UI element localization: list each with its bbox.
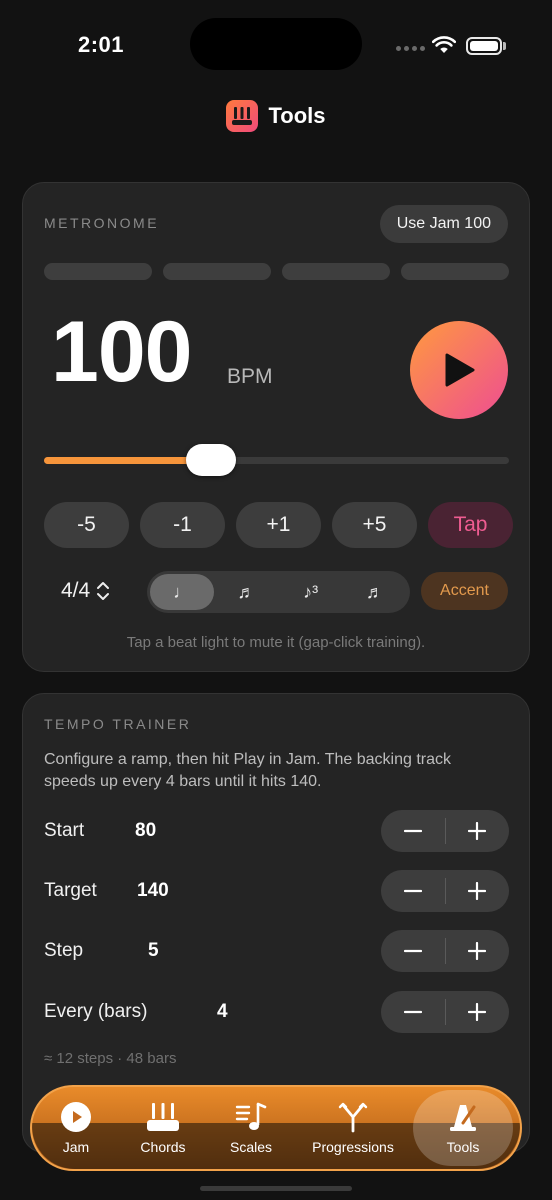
tempo-trainer-description: Configure a ramp, then hit Play in Jam. … — [44, 751, 452, 790]
metronome-icon — [450, 1105, 476, 1131]
param-row-step: Step 5 — [44, 930, 509, 972]
play-circle-icon — [61, 1102, 91, 1132]
tab-scales[interactable]: Scales — [209, 1090, 293, 1166]
time-signature-value: 4/4 — [61, 579, 91, 602]
param-value: 80 — [135, 820, 157, 841]
tab-label: Chords — [140, 1139, 186, 1155]
home-indicator — [200, 1186, 352, 1191]
increment-button[interactable] — [446, 810, 510, 852]
battery-tip — [503, 42, 506, 50]
metronome-card: METRONOME Use Jam 100 100 BPM -5 -1 +1 +… — [22, 182, 530, 672]
param-row-target: Target 140 — [44, 870, 509, 912]
subdivision-segmented-control: ♩ ♬ ♪³ ♬ — [147, 571, 410, 613]
param-label: Every (bars) — [44, 1001, 148, 1022]
subdivision-sixteenth[interactable]: ♬ — [343, 574, 407, 610]
subdivision-triplet[interactable]: ♪³ — [279, 574, 343, 610]
play-button[interactable] — [410, 321, 508, 419]
subdivision-quarter[interactable]: ♩ — [150, 574, 215, 610]
cellular-signal-icon — [396, 46, 425, 51]
tempo-step-buttons: -5 -1 +1 +5 Tap — [44, 502, 513, 548]
tab-chords[interactable]: Chords — [117, 1090, 209, 1166]
param-value: 140 — [137, 880, 169, 901]
increment-button[interactable] — [446, 930, 510, 972]
step-stepper — [381, 930, 509, 972]
increment-button[interactable] — [446, 991, 510, 1033]
minus-5-button[interactable]: -5 — [44, 502, 129, 548]
decrement-button[interactable] — [381, 930, 445, 972]
metronome-section-label: METRONOME — [44, 215, 160, 231]
param-value: 4 — [217, 1001, 228, 1022]
minus-1-button[interactable]: -1 — [140, 502, 225, 548]
tab-label: Tools — [446, 1139, 480, 1155]
param-value: 5 — [148, 940, 159, 961]
plus-icon — [468, 822, 487, 840]
tab-bar: Jam Chords Scales Progressions Tools — [30, 1085, 522, 1171]
beat-light-4[interactable] — [401, 263, 509, 280]
use-jam-tempo-button[interactable]: Use Jam 100 — [379, 205, 508, 243]
minus-icon — [403, 889, 422, 893]
wifi-icon — [432, 36, 456, 53]
decrement-button[interactable] — [381, 810, 445, 852]
accent-toggle[interactable]: Accent — [421, 572, 508, 610]
plus-icon — [468, 1003, 487, 1021]
tab-tools[interactable]: Tools — [413, 1090, 513, 1166]
chevron-up-down-icon — [97, 582, 110, 600]
branch-icon — [338, 1102, 368, 1133]
metronome-hint: Tap a beat light to mute it (gap-click t… — [126, 634, 426, 651]
beat-lights — [44, 263, 509, 280]
page-title: Tools — [268, 103, 326, 128]
app-logo-icon — [226, 100, 259, 132]
tempo-trainer-section-label: TEMPO TRAINER — [44, 716, 192, 732]
subdivision-eighth[interactable]: ♬ — [214, 574, 278, 610]
start-stepper — [381, 810, 509, 852]
param-row-every-bars: Every (bars) 4 — [44, 991, 509, 1033]
plus-icon — [468, 942, 487, 960]
beat-light-2[interactable] — [163, 263, 271, 280]
tab-jam[interactable]: Jam — [35, 1090, 117, 1166]
tab-progressions[interactable]: Progressions — [293, 1090, 413, 1166]
plus-1-button[interactable]: +1 — [236, 502, 321, 548]
bpm-unit: BPM — [227, 365, 273, 388]
minus-icon — [403, 949, 422, 953]
param-row-start: Start 80 — [44, 810, 509, 852]
tempo-trainer-card: TEMPO TRAINER Configure a ramp, then hit… — [22, 693, 530, 1153]
param-label: Start — [44, 820, 85, 841]
target-stepper — [381, 870, 509, 912]
dynamic-island — [190, 18, 362, 70]
increment-button[interactable] — [446, 870, 510, 912]
plus-5-button[interactable]: +5 — [332, 502, 417, 548]
time-signature-picker[interactable]: 4/4 — [61, 579, 110, 603]
every-bars-stepper — [381, 991, 509, 1033]
minus-icon — [403, 829, 422, 833]
beat-light-1[interactable] — [44, 263, 152, 280]
tempo-slider-thumb[interactable] — [186, 444, 237, 476]
guitar-chords-icon — [147, 1103, 179, 1131]
bpm-value: 100 — [51, 304, 192, 400]
status-time: 2:01 — [78, 32, 125, 57]
tap-tempo-button[interactable]: Tap — [428, 502, 513, 548]
music-notes-icon — [235, 1102, 267, 1130]
tempo-trainer-summary: ≈ 12 steps · 48 bars — [44, 1050, 177, 1067]
param-label: Target — [44, 880, 97, 901]
plus-icon — [468, 882, 487, 900]
minus-icon — [403, 1010, 422, 1014]
battery-icon — [466, 37, 502, 55]
tab-label: Progressions — [312, 1139, 394, 1155]
page-header: Tools — [0, 100, 552, 132]
tab-label: Jam — [62, 1139, 90, 1155]
tempo-slider[interactable] — [44, 444, 509, 476]
decrement-button[interactable] — [381, 870, 445, 912]
status-bar: 2:01 — [0, 0, 552, 90]
beat-light-3[interactable] — [282, 263, 390, 280]
tab-label: Scales — [229, 1139, 273, 1155]
param-label: Step — [44, 940, 84, 961]
decrement-button[interactable] — [381, 991, 445, 1033]
play-icon — [445, 353, 475, 387]
